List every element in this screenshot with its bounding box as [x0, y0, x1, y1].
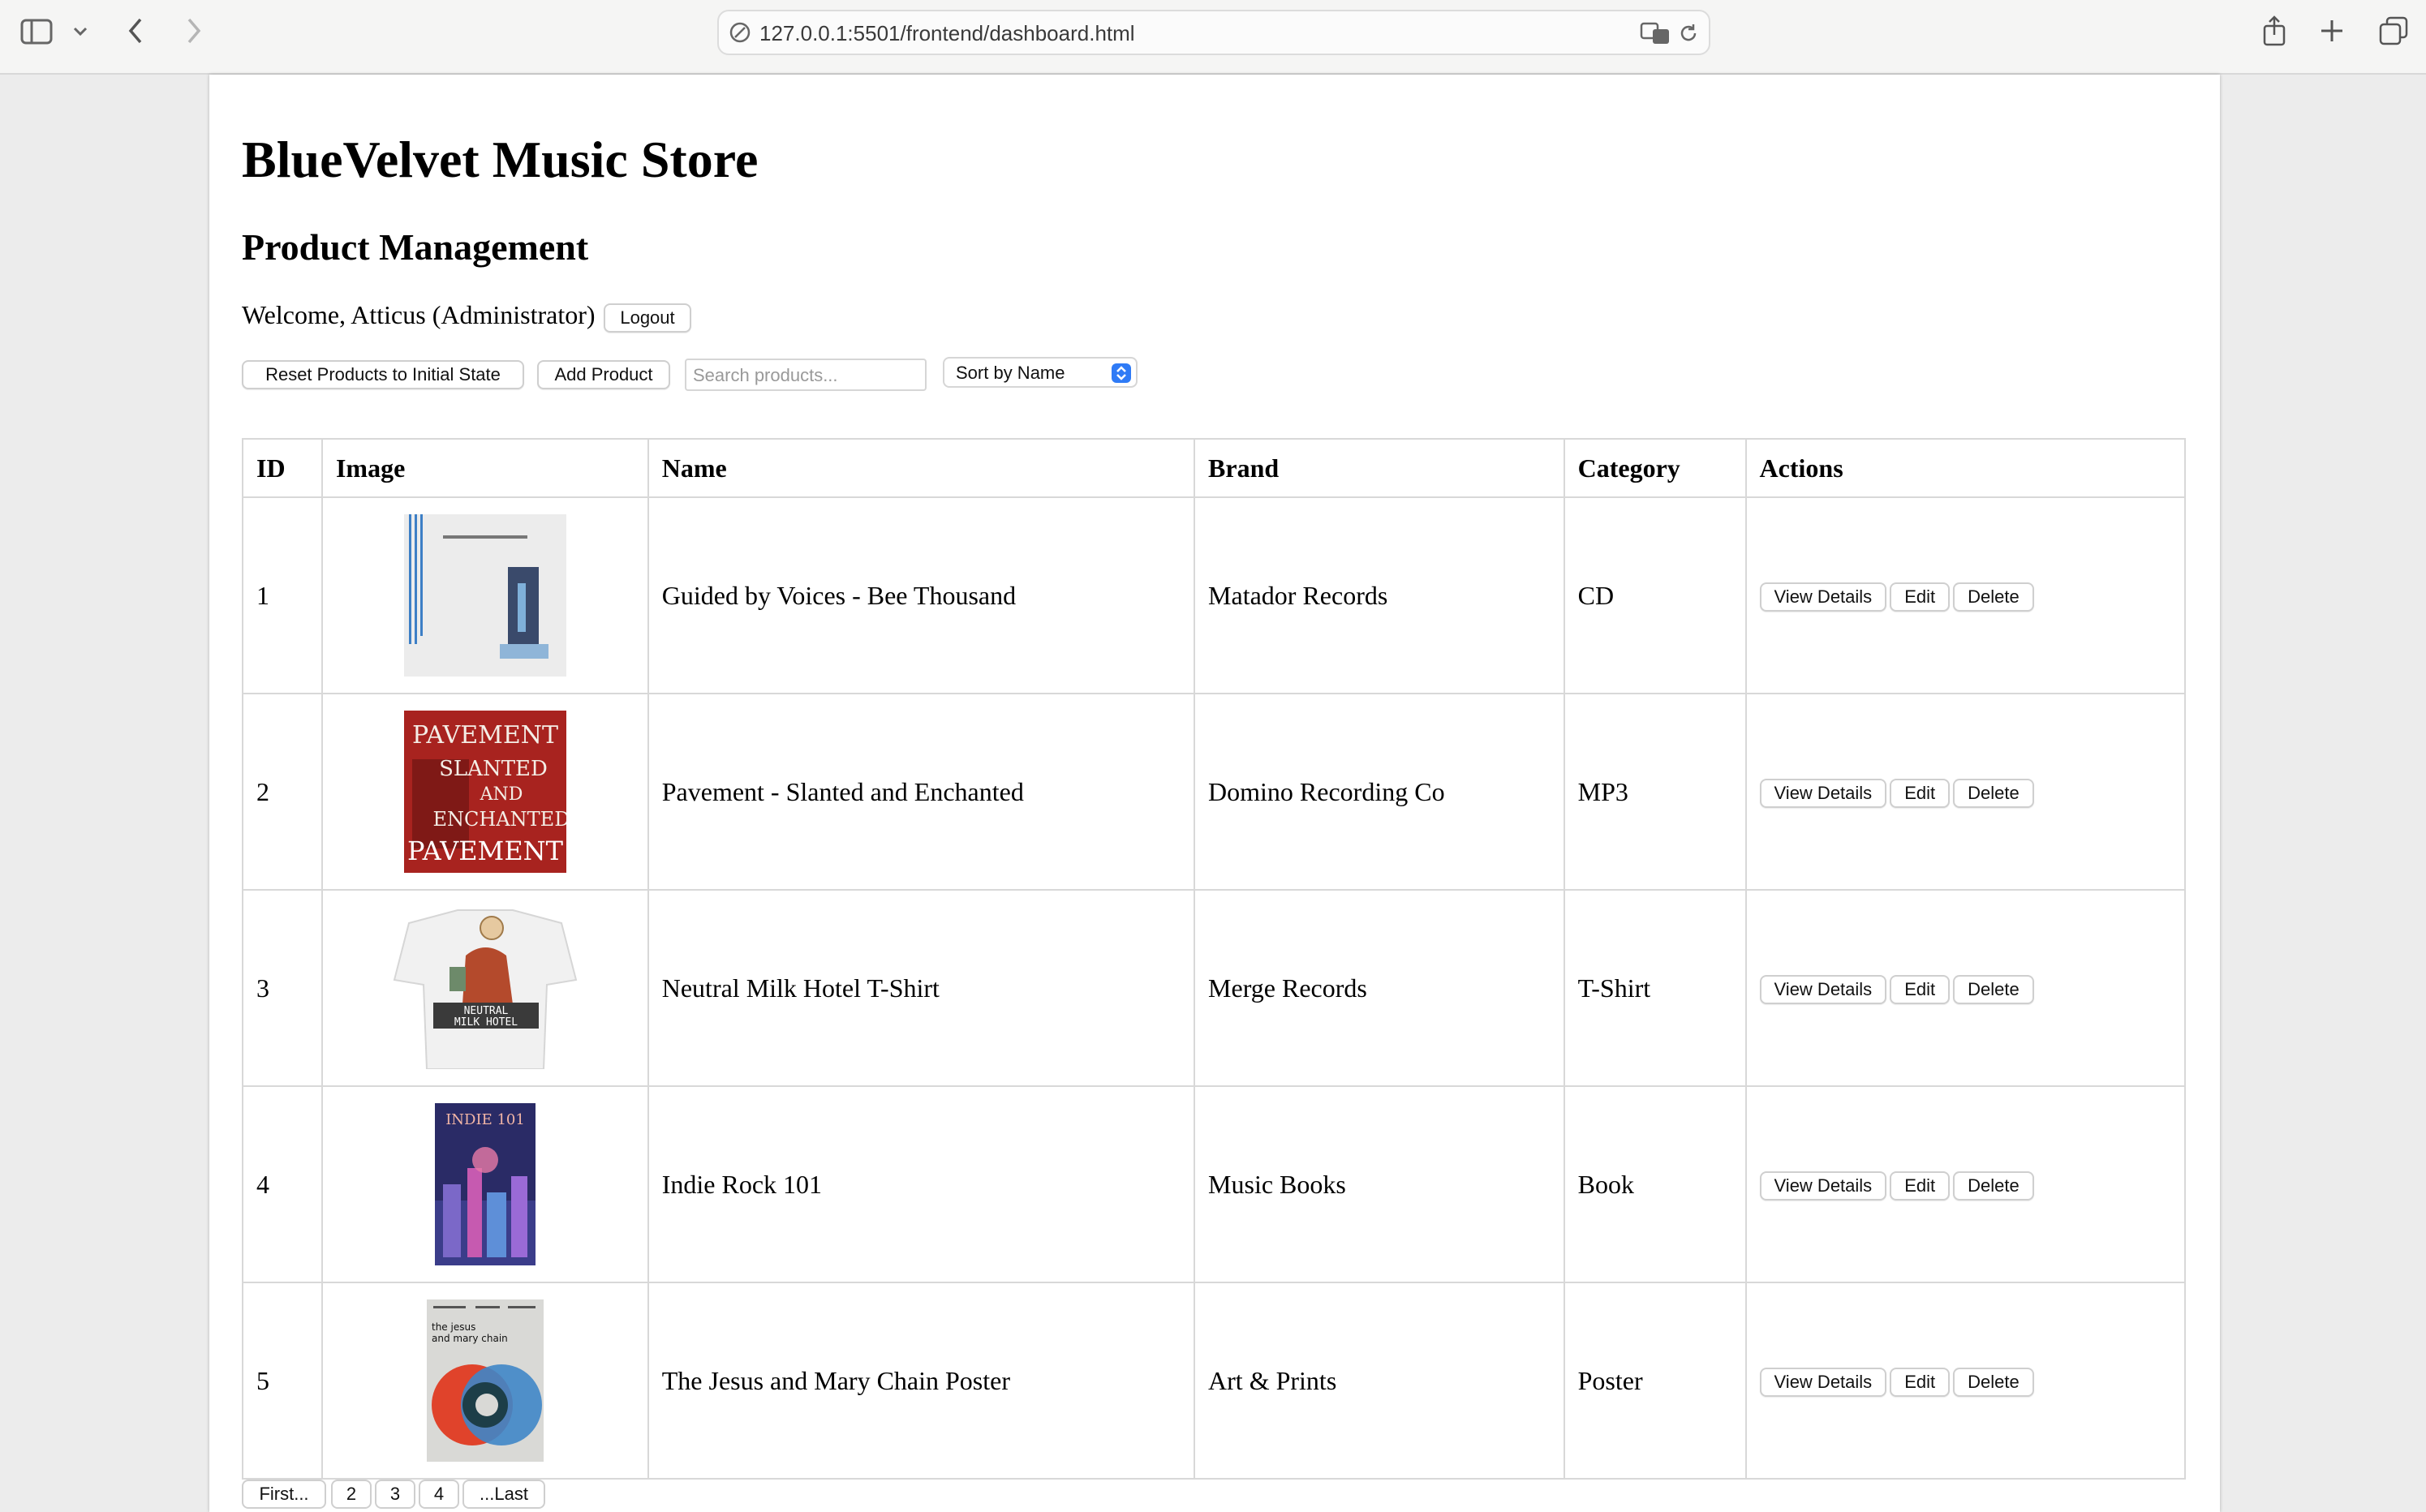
cell-id: 3	[242, 889, 323, 1087]
view-details-button[interactable]: View Details	[1759, 975, 1887, 1004]
edit-button[interactable]: Edit	[1890, 975, 1951, 1004]
delete-button[interactable]: Delete	[1953, 975, 2034, 1004]
page-4-button[interactable]: 4	[419, 1480, 459, 1509]
cell-id: 1	[242, 496, 323, 694]
translate-icon[interactable]	[1639, 19, 1671, 47]
edit-button[interactable]: Edit	[1890, 1368, 1951, 1397]
shirt-text-2: MILK HOTEL	[454, 1016, 518, 1029]
cell-brand: Music Books	[1194, 1085, 1565, 1283]
edit-button[interactable]: Edit	[1890, 1171, 1951, 1201]
tab-overview-icon[interactable]	[2377, 15, 2410, 47]
product-image-slanted-enchanted: PAVEMENT SLANTED AND ENCHANTED PAVEMENT	[403, 711, 566, 873]
shirt-text-1: NEUTRAL	[463, 1005, 508, 1017]
column-header-category: Category	[1563, 438, 1747, 498]
poster-text-1: the jesus	[432, 1321, 475, 1333]
page-2-button[interactable]: 2	[331, 1480, 372, 1509]
cell-brand: Matador Records	[1194, 496, 1565, 694]
cell-name: Guided by Voices - Bee Thousand	[647, 496, 1196, 694]
album-text-2: SLANTED	[439, 757, 548, 781]
address-bar[interactable]: 127.0.0.1:5501/frontend/dashboard.html	[717, 10, 1710, 55]
cell-name: The Jesus and Mary Chain Poster	[647, 1282, 1196, 1480]
delete-button[interactable]: Delete	[1953, 1171, 2034, 1201]
view-details-button[interactable]: View Details	[1759, 582, 1887, 612]
reset-products-button[interactable]: Reset Products to Initial State	[242, 360, 524, 389]
column-header-image: Image	[320, 438, 649, 498]
forward-icon[interactable]	[180, 15, 208, 47]
delete-button[interactable]: Delete	[1953, 1368, 2034, 1397]
new-tab-icon[interactable]	[2317, 16, 2346, 45]
view-details-button[interactable]: View Details	[1759, 1368, 1887, 1397]
album-text-1: PAVEMENT	[412, 721, 558, 750]
cell-brand: Domino Recording Co	[1194, 693, 1565, 891]
table-row: 5 the jesus and mary chain The Jesus and…	[242, 1282, 2187, 1480]
sort-select[interactable]: Sort by Name	[943, 357, 1138, 388]
table-header-row: ID Image Name Brand Category Actions	[242, 438, 2187, 498]
page-title: Product Management	[242, 226, 589, 268]
product-image-bee-thousand	[403, 514, 566, 677]
view-details-button[interactable]: View Details	[1759, 1171, 1887, 1201]
cell-name: Pavement - Slanted and Enchanted	[647, 693, 1196, 891]
cell-category: T-Shirt	[1563, 889, 1747, 1087]
share-icon[interactable]	[2259, 13, 2290, 49]
browser-toolbar: 127.0.0.1:5501/frontend/dashboard.html	[0, 0, 2426, 75]
cell-id: 4	[242, 1085, 323, 1283]
product-image-jamc-poster: the jesus and mary chain	[426, 1299, 544, 1462]
table-row: 2 PAVEMENT SLANTED AND ENCHANTED PAVEMEN…	[242, 693, 2187, 891]
page-first-button[interactable]: First...	[242, 1480, 326, 1509]
products-table: ID Image Name Brand Category Actions 1 G…	[242, 438, 2187, 1480]
edit-button[interactable]: Edit	[1890, 779, 1951, 808]
table-row: 4 INDIE 101 Indie Rock 101 Music Books B…	[242, 1085, 2187, 1283]
table-row: 1 Guided by Voices - Bee Thousand Matado	[242, 496, 2187, 694]
album-text-3: AND	[479, 784, 523, 805]
add-product-button[interactable]: Add Product	[537, 360, 670, 389]
select-arrows-icon	[1112, 363, 1131, 383]
column-header-actions: Actions	[1744, 438, 2187, 498]
delete-button[interactable]: Delete	[1953, 582, 2034, 612]
cell-brand: Merge Records	[1194, 889, 1565, 1087]
cell-category: MP3	[1563, 693, 1747, 891]
reload-icon[interactable]	[1676, 21, 1701, 45]
sidebar-toggle-icon[interactable]	[19, 16, 54, 47]
welcome-text: Welcome, Atticus (Administrator)	[242, 300, 596, 329]
cell-category: Poster	[1563, 1282, 1747, 1480]
cell-id: 2	[242, 693, 323, 891]
logout-button[interactable]: Logout	[604, 303, 691, 333]
product-image-nmh-tshirt: NEUTRAL MILK HOTEL	[384, 907, 586, 1069]
back-icon[interactable]	[122, 15, 149, 47]
page-content: BlueVelvet Music Store Product Managemen…	[209, 75, 2220, 1512]
page-last-button[interactable]: ...Last	[462, 1480, 545, 1509]
column-header-id: ID	[242, 438, 323, 498]
cell-name: Neutral Milk Hotel T-Shirt	[647, 889, 1196, 1087]
search-input[interactable]: Search products...	[685, 359, 927, 391]
cell-brand: Art & Prints	[1194, 1282, 1565, 1480]
view-details-button[interactable]: View Details	[1759, 779, 1887, 808]
album-text-5: PAVEMENT	[407, 835, 564, 866]
cell-id: 5	[242, 1282, 323, 1480]
book-title-text: INDIE 101	[445, 1111, 525, 1128]
table-row: 3 NEUTRAL MILK HOTEL Neutral Milk Hotel …	[242, 889, 2187, 1087]
edit-button[interactable]: Edit	[1890, 582, 1951, 612]
poster-text-2: and mary chain	[432, 1333, 508, 1344]
url-text[interactable]: 127.0.0.1:5501/frontend/dashboard.html	[759, 21, 1135, 46]
chevron-down-icon[interactable]	[70, 21, 91, 42]
page-3-button[interactable]: 3	[375, 1480, 415, 1509]
album-text-4: ENCHANTED	[432, 808, 566, 831]
site-info-icon[interactable]	[729, 21, 751, 44]
delete-button[interactable]: Delete	[1953, 779, 2034, 808]
cell-category: CD	[1563, 496, 1747, 694]
column-header-brand: Brand	[1194, 438, 1565, 498]
cell-name: Indie Rock 101	[647, 1085, 1196, 1283]
sort-selected-label: Sort by Name	[956, 363, 1065, 383]
store-title: BlueVelvet Music Store	[242, 131, 759, 188]
column-header-name: Name	[647, 438, 1196, 498]
product-image-indie-rock-101: INDIE 101	[434, 1103, 536, 1265]
cell-category: Book	[1563, 1085, 1747, 1283]
